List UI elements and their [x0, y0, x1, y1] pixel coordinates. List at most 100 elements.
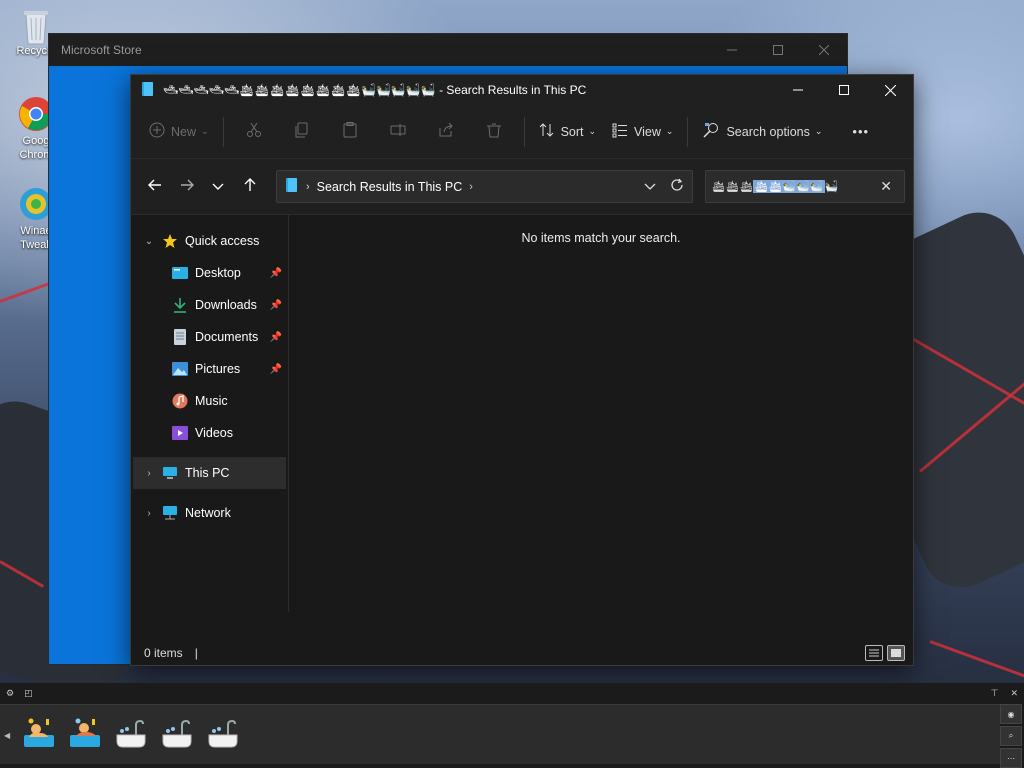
search-input[interactable]: 🛳🛳🛳 🛳🛳🛀🛀🛀 🛀 ✕ [704, 170, 905, 203]
navigation-pane[interactable]: ⌄ Quick access Desktop 📌 Downloads 📌 Doc… [131, 215, 289, 612]
cut-button[interactable] [230, 115, 278, 149]
dock-toolbar: ⚙ ◰ ⊤ ✕ [0, 683, 1024, 703]
pin-icon[interactable]: ⊤ [991, 688, 999, 699]
explorer-titlebar[interactable]: 🛥🛥🛥🛥🛥🛳🛳🛳🛳🛳🛳🛳🛳🛀🛀🛀🛀🛀 - Search Results in T… [131, 75, 913, 105]
search-options-label: Search options [726, 124, 810, 139]
paste-button[interactable] [326, 115, 374, 149]
sort-arrows-icon [539, 122, 555, 141]
nav-label: Desktop [195, 266, 241, 280]
search-options-button[interactable]: Search options ⌄ [694, 115, 830, 149]
nav-this-pc[interactable]: › This PC [133, 457, 286, 489]
pin-icon[interactable]: 📌 [270, 364, 282, 375]
new-button-label: New [171, 124, 197, 139]
refresh-button[interactable] [670, 178, 684, 195]
more-icon[interactable]: ⋯ [1000, 748, 1022, 768]
documents-folder-icon [171, 328, 189, 346]
nav-label: Pictures [195, 362, 241, 376]
search-icon[interactable]: ⌕ [1000, 726, 1022, 746]
scroll-left-icon[interactable]: ◀ [4, 731, 10, 740]
store-window-title: Microsoft Store [61, 43, 142, 57]
copy-button[interactable] [278, 115, 326, 149]
pin-icon[interactable]: 📌 [270, 332, 282, 343]
bathtub-icon[interactable] [206, 717, 240, 751]
view-button[interactable]: View ⌄ [604, 115, 681, 149]
bathtub-icon[interactable] [160, 717, 194, 751]
chevron-down-icon[interactable]: ⌄ [141, 236, 157, 247]
network-icon [161, 504, 179, 522]
breadcrumb-chevron-icon[interactable]: › [469, 181, 473, 193]
status-divider: | [194, 646, 198, 660]
forward-button[interactable] [171, 171, 203, 203]
person-in-bath-icon[interactable] [68, 717, 102, 751]
dock-side-buttons: ◉ ⌕ ⋯ [1000, 704, 1022, 768]
more-icon: ••• [852, 124, 870, 139]
delete-button[interactable] [470, 115, 518, 149]
scissors-icon [246, 122, 262, 141]
up-button[interactable] [234, 171, 266, 203]
clear-search-button[interactable]: ✕ [880, 178, 898, 195]
close-button[interactable] [867, 74, 913, 106]
large-icons-view-icon [891, 649, 901, 657]
music-folder-icon [171, 392, 189, 410]
sort-label: Sort [560, 124, 584, 139]
nav-item-music[interactable]: Music [131, 385, 288, 417]
eye-icon[interactable]: ◉ [1000, 704, 1022, 724]
search-text-selected: 🛳🛳🛀🛀🛀 [753, 180, 825, 193]
nav-label: Downloads [195, 298, 257, 312]
file-list-area[interactable]: No items match your search. [289, 215, 913, 612]
nav-item-pictures[interactable]: Pictures 📌 [131, 353, 288, 385]
person-in-bath-icon[interactable] [22, 717, 56, 751]
nav-item-desktop[interactable]: Desktop 📌 [131, 257, 288, 289]
chevron-right-icon[interactable]: › [141, 508, 157, 519]
arrow-right-icon [179, 177, 195, 196]
copy-icon [294, 122, 310, 141]
store-minimize-button[interactable] [709, 34, 755, 66]
chevron-right-icon[interactable]: › [141, 468, 157, 479]
emoji-tray[interactable]: ◀ [0, 704, 1000, 764]
rename-button[interactable] [374, 115, 422, 149]
nav-item-downloads[interactable]: Downloads 📌 [131, 289, 288, 321]
address-history-dropdown[interactable] [644, 180, 656, 194]
item-count: 0 items [144, 646, 183, 660]
new-button[interactable]: New ⌄ [141, 115, 217, 149]
chevron-down-icon: ⌄ [814, 126, 823, 136]
minimize-button[interactable] [775, 74, 821, 106]
store-titlebar[interactable]: Microsoft Store [49, 34, 847, 66]
chevron-down-icon [644, 183, 656, 190]
maximize-button[interactable] [821, 74, 867, 106]
store-close-button[interactable] [801, 34, 847, 66]
plus-circle-icon [149, 122, 165, 141]
nav-item-documents[interactable]: Documents 📌 [131, 321, 288, 353]
details-view-button[interactable] [865, 645, 883, 661]
pin-icon[interactable]: 📌 [270, 268, 282, 279]
videos-folder-icon [171, 424, 189, 442]
more-options-button[interactable]: ••• [844, 115, 877, 149]
nav-network[interactable]: › Network [131, 497, 288, 529]
clipboard-icon [342, 122, 358, 141]
bathtub-icon[interactable] [114, 717, 148, 751]
large-icons-view-button[interactable] [887, 645, 905, 661]
store-maximize-button[interactable] [755, 34, 801, 66]
share-button[interactable] [422, 115, 470, 149]
nav-quick-access[interactable]: ⌄ Quick access [131, 225, 288, 257]
pin-icon[interactable]: 📌 [270, 300, 282, 311]
breadcrumb-chevron-icon[interactable]: › [306, 181, 310, 193]
nav-item-videos[interactable]: Videos [131, 417, 288, 449]
nav-label: Videos [195, 426, 233, 440]
divider [687, 116, 689, 147]
status-bar: 0 items | [131, 641, 913, 665]
settings-icon[interactable]: ⚙ [6, 688, 14, 699]
arrow-left-icon [147, 177, 163, 196]
address-bar[interactable]: › Search Results in This PC › [275, 170, 693, 203]
recent-locations-button[interactable] [202, 171, 234, 203]
share-icon [438, 122, 454, 141]
sort-button[interactable]: Sort ⌄ [531, 115, 604, 149]
title-text: - Search Results in This PC [435, 83, 587, 97]
computer-icon [161, 464, 179, 482]
back-button[interactable] [139, 171, 171, 203]
close-icon[interactable]: ✕ [1010, 688, 1018, 699]
breadcrumb-search-results[interactable]: Search Results in This PC [317, 180, 463, 194]
window-icon[interactable]: ◰ [24, 688, 33, 699]
file-explorer-window[interactable]: 🛥🛥🛥🛥🛥🛳🛳🛳🛳🛳🛳🛳🛳🛀🛀🛀🛀🛀 - Search Results in T… [130, 74, 914, 666]
search-text-tail: 🛀 [824, 181, 839, 193]
